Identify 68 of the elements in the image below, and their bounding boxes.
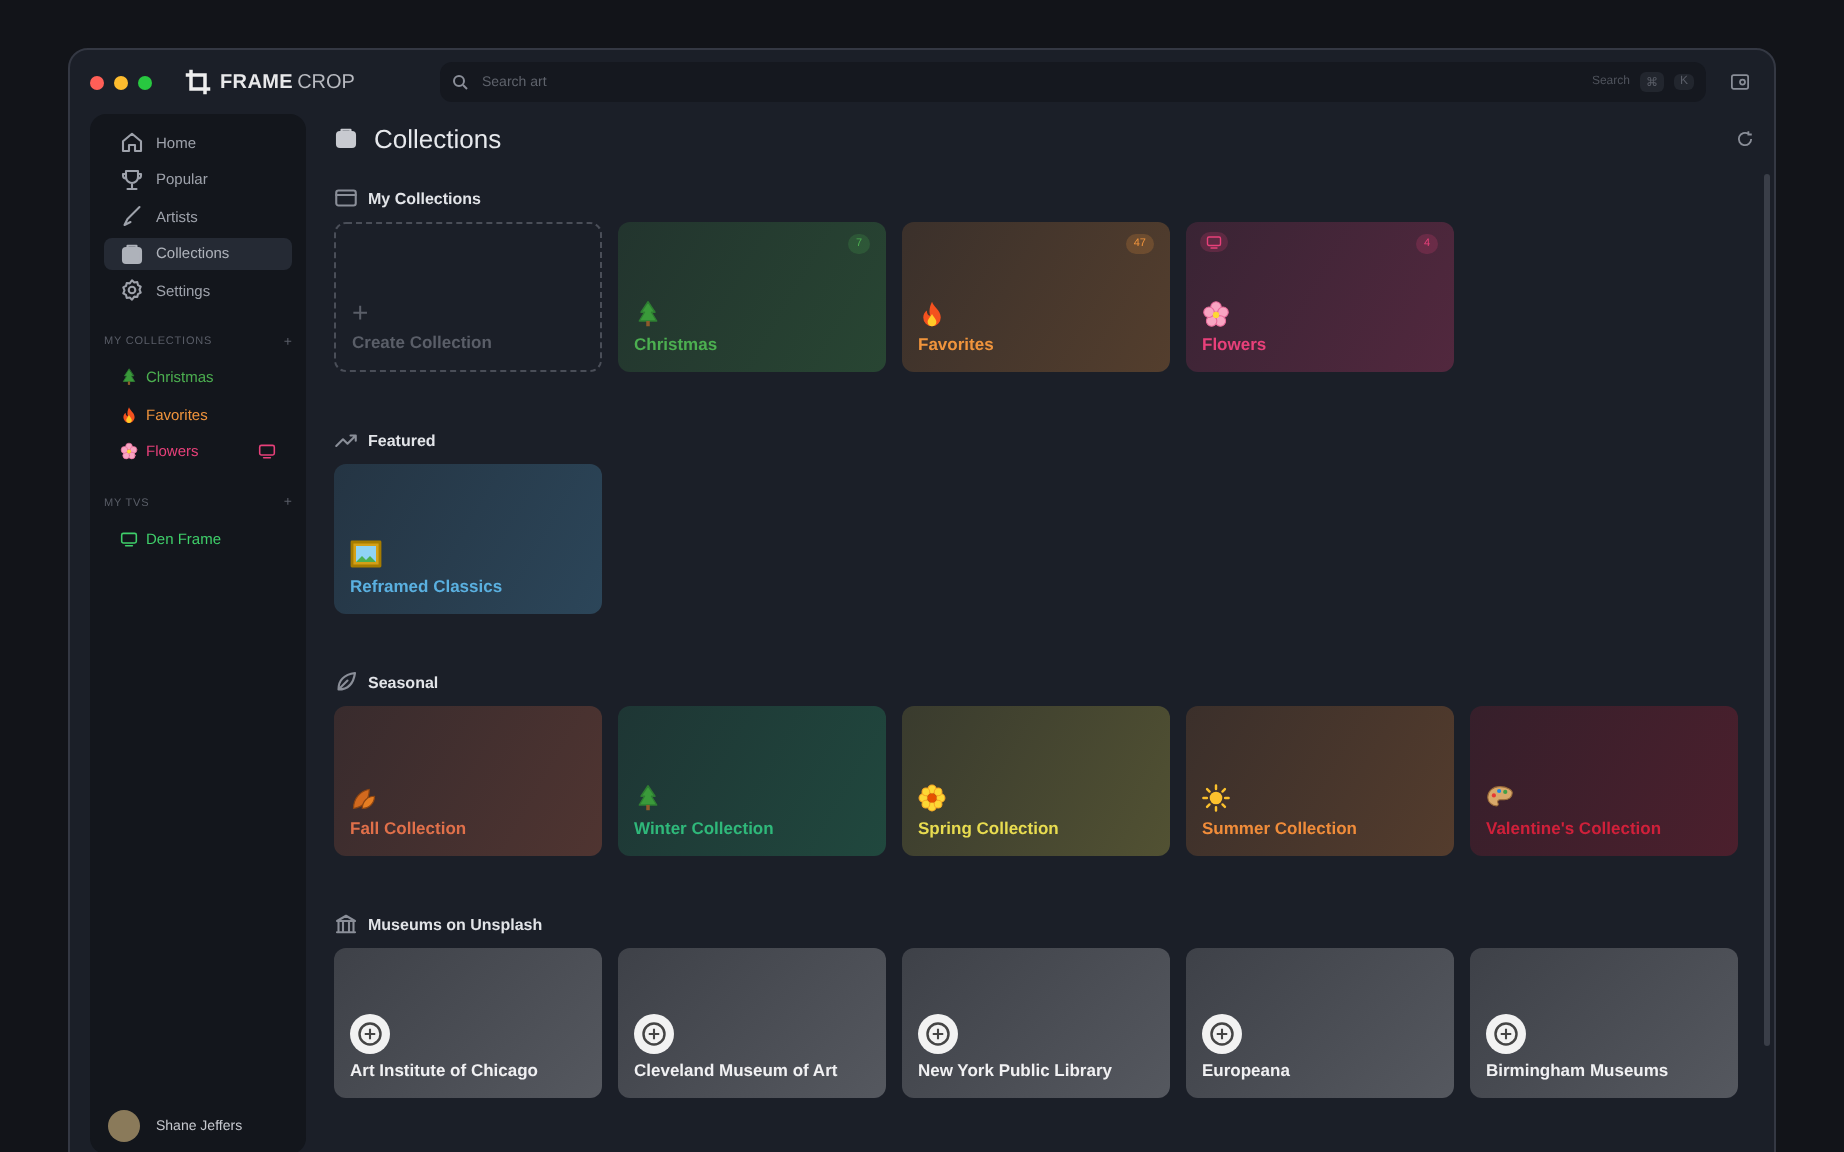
collection-card[interactable]: Art Institute of Chicago <box>334 948 602 1098</box>
collection-title: Winter Collection <box>634 818 776 838</box>
collection-card[interactable]: Birmingham Museums <box>1470 948 1738 1098</box>
collection-title: Art Institute of Chicago <box>350 1060 540 1080</box>
refresh-button[interactable] <box>1736 129 1754 147</box>
collection-title: Spring Collection <box>918 818 1061 838</box>
collection-title: Birmingham Museums <box>1486 1060 1671 1080</box>
scrollbar[interactable] <box>1764 174 1770 1046</box>
palette-icon <box>1486 784 1514 812</box>
collection-title: Fall Collection <box>350 818 469 838</box>
collection-card[interactable]: Fall Collection <box>334 706 602 856</box>
section-title: My Collections <box>368 189 481 207</box>
collection-card[interactable]: Summer Collection <box>1186 706 1454 856</box>
flame-icon <box>120 405 138 423</box>
flower-icon <box>918 784 946 812</box>
tv-icon <box>120 529 138 547</box>
collection-card[interactable]: Cleveland Museum of Art <box>618 948 886 1098</box>
brush-icon <box>120 204 144 228</box>
collection-title: Europeana <box>1202 1060 1292 1080</box>
close-button[interactable] <box>90 75 104 89</box>
collection-title: Reframed Classics <box>350 576 505 596</box>
section-title: Seasonal <box>368 673 439 691</box>
home-icon <box>120 130 144 154</box>
logo-icon <box>634 1014 674 1054</box>
collection-card[interactable]: Europeana <box>1186 948 1454 1098</box>
tree-icon <box>634 784 662 812</box>
crop-icon <box>184 68 212 96</box>
avatar[interactable] <box>108 1110 140 1142</box>
section-title: Museums on Unsplash <box>368 915 543 933</box>
brand-name: CROP <box>297 71 355 93</box>
trend-icon <box>334 428 358 452</box>
case-icon <box>120 241 144 265</box>
blossom-icon <box>120 442 138 460</box>
collection-title: Summer Collection <box>1202 818 1359 838</box>
window-icon <box>334 186 358 210</box>
picture-icon <box>350 538 382 570</box>
section-title: Featured <box>368 431 436 449</box>
logo-icon <box>918 1014 958 1054</box>
logo-icon <box>350 1014 390 1054</box>
collection-title: New York Public Library <box>918 1060 1114 1080</box>
flame-icon <box>918 300 946 328</box>
collection-title: Flowers <box>1202 334 1269 354</box>
collection-title: Favorites <box>918 334 996 354</box>
logo-icon <box>1486 1014 1526 1054</box>
tree-icon <box>120 368 138 386</box>
collection-title: Valentine's Collection <box>1486 818 1664 838</box>
collection-title: Christmas <box>634 334 720 354</box>
settings-icon <box>120 278 144 302</box>
collection-card[interactable]: Spring Collection <box>902 706 1170 856</box>
collection-card[interactable]: Reframed Classics <box>334 464 602 614</box>
blossom-icon <box>1202 300 1230 328</box>
collection-card[interactable]: Winter Collection <box>618 706 886 856</box>
museum-icon <box>334 912 358 936</box>
zoom-button[interactable] <box>138 75 152 89</box>
page-title: Collections <box>374 123 504 153</box>
brand-name: FRAME <box>220 71 294 93</box>
collection-title: Cleveland Museum of Art <box>634 1060 840 1080</box>
tree-icon <box>634 300 662 328</box>
screen-button[interactable] <box>1726 68 1754 96</box>
logo-icon <box>1202 1014 1242 1054</box>
leaves-icon <box>350 784 378 812</box>
sun-icon <box>1202 784 1230 812</box>
search-icon <box>452 74 468 90</box>
minimize-button[interactable] <box>114 75 128 89</box>
collection-card[interactable]: New York Public Library <box>902 948 1170 1098</box>
leaf-icon <box>334 670 358 694</box>
trophy-icon <box>120 167 144 191</box>
case-icon <box>334 126 358 150</box>
